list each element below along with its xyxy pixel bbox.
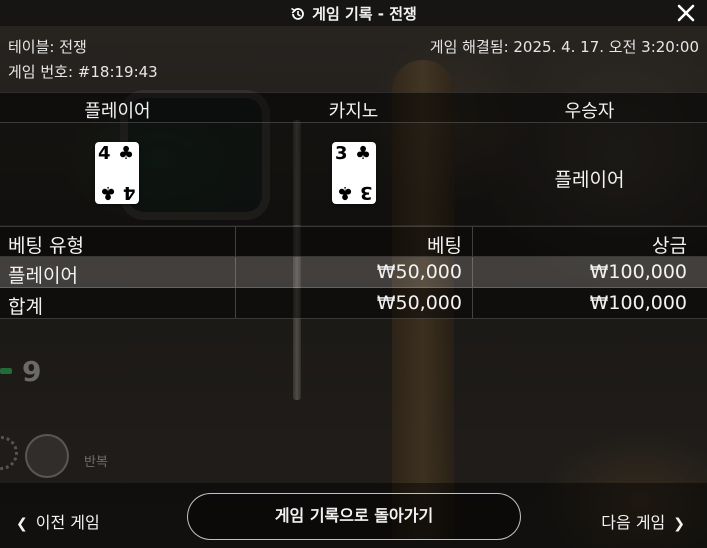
bet-amount-header: 베팅 [427,235,462,257]
previous-game-button[interactable]: ❮ 이전 게임 [8,509,100,533]
bets-header-row: 베팅 유형 베팅 상금 [0,226,707,257]
casino-column-header: 카지노 [328,101,379,122]
header-bar: 게임 기록 - 전쟁 [0,0,707,26]
bet-type: 플레이어 [8,265,78,287]
back-to-history-button[interactable]: 게임 기록으로 돌아가기 [187,493,521,540]
history-icon [291,7,304,20]
next-game-label: 다음 게임 [601,513,666,532]
result-row: 4 ♣ 4 ♣ 3 ♣ 3 ♣ 플레이어 [0,123,707,225]
total-bet-amount: ₩50,000 [376,292,462,314]
casino-card-rank-inverted: 3 [360,182,373,203]
club-icon: ♣ [336,182,353,203]
bet-amount: ₩50,000 [376,261,462,283]
club-icon: ♣ [355,143,372,164]
page-title: 게임 기록 - 전쟁 [0,3,707,24]
player-card: 4 ♣ 4 ♣ [95,142,139,204]
winner-value: 플레이어 [554,169,625,191]
header-title-text: 게임 기록 - 전쟁 [312,5,417,23]
winner-column-header: 우승자 [564,101,615,122]
payout-header: 상금 [652,235,687,257]
footer-nav: ❮ 이전 게임 게임 기록으로 돌아가기 다음 게임 ❯ [0,483,707,548]
payout-amount: ₩100,000 [589,261,687,283]
close-icon[interactable] [675,2,697,24]
player-card-rank-inverted: 4 [123,182,136,203]
total-label: 합계 [8,296,43,318]
club-icon: ♣ [99,182,116,203]
casino-card: 3 ♣ 3 ♣ [332,142,376,204]
chevron-right-icon: ❯ [673,516,685,532]
total-row: 합계 ₩50,000 ₩100,000 [0,288,707,319]
table-row: 플레이어 ₩50,000 ₩100,000 [0,257,707,288]
resolved-time: 게임 해결됨: 2025. 4. 17. 오전 3:20:00 [429,38,699,56]
next-game-button[interactable]: 다음 게임 ❯ [601,509,693,533]
club-icon: ♣ [118,143,135,164]
bets-table: 베팅 유형 베팅 상금 플레이어 ₩50,000 ₩100,000 합계 ₩50… [0,226,707,319]
game-history-panel: 게임 기록 - 전쟁 테이블: 전쟁 게임 번호: #18:19:43 게임 해… [0,0,707,548]
result-header: 플레이어 카지노 우승자 [0,92,707,123]
bet-type-header: 베팅 유형 [8,235,84,257]
game-number: 게임 번호: #18:19:43 [8,63,158,81]
player-column-header: 플레이어 [84,101,151,122]
table-name: 테이블: 전쟁 [8,38,87,56]
chevron-left-icon: ❮ [16,516,28,532]
previous-game-label: 이전 게임 [35,513,100,532]
total-payout-amount: ₩100,000 [589,292,687,314]
player-card-rank: 4 [98,143,111,164]
casino-card-rank: 3 [335,143,348,164]
